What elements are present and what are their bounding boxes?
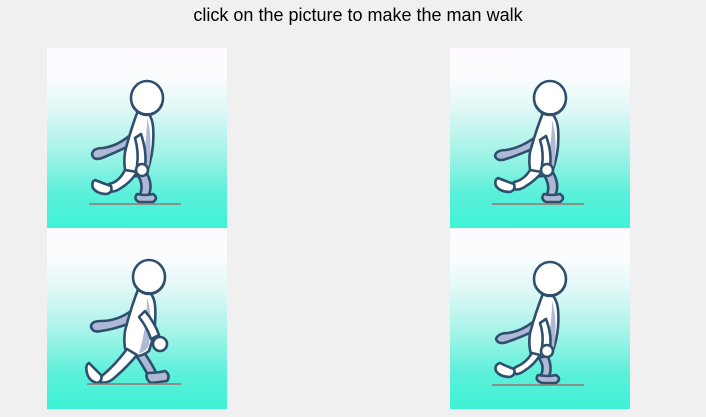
walk-frame-2-button[interactable] xyxy=(450,48,630,228)
walking-man-icon xyxy=(89,79,181,205)
walk-frame-4-button[interactable] xyxy=(450,229,630,409)
walking-man-icon xyxy=(492,79,584,205)
instruction-text: click on the picture to make the man wal… xyxy=(193,5,523,25)
walking-man-icon xyxy=(492,260,584,386)
walk-frame-3-button[interactable] xyxy=(47,229,227,409)
walk-frame-1-button[interactable] xyxy=(47,48,227,228)
walking-man-icon xyxy=(85,258,181,385)
